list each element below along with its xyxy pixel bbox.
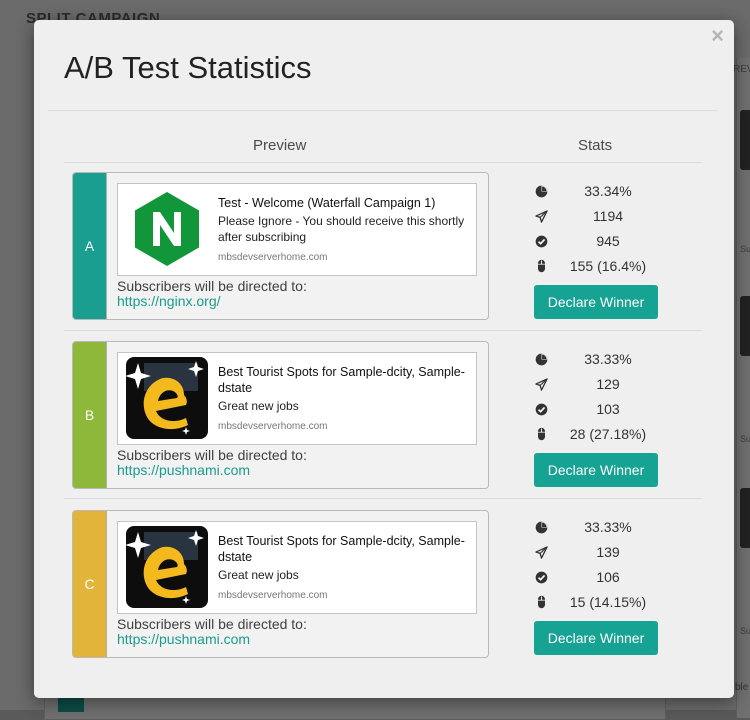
notification-title: Best Tourist Spots for Sample-dcity, Sam… — [218, 365, 465, 395]
pie-chart-icon — [534, 520, 548, 534]
destination-link[interactable]: https://pushnami.com — [117, 632, 250, 647]
check-circle-icon — [534, 402, 548, 416]
click-count: 15 (14.15%) — [569, 594, 647, 610]
divider — [64, 162, 702, 163]
variant-card-c: C Best Tourist Spots for Sample-dcity, S… — [72, 510, 489, 658]
notification-domain: mbsdevserverhome.com — [218, 590, 328, 601]
paper-plane-icon — [534, 377, 548, 391]
variant-label: B — [73, 342, 107, 488]
preview-column-header: Preview — [253, 137, 307, 154]
notification-domain: mbsdevserverhome.com — [218, 421, 328, 432]
click-count: 28 (27.18%) — [569, 426, 647, 442]
sent-count: 129 — [596, 376, 620, 392]
starry-e-logo-icon — [125, 357, 208, 439]
destination-link[interactable]: https://pushnami.com — [117, 463, 250, 478]
mouse-icon — [534, 595, 548, 609]
directed-label: Subscribers will be directed to: — [117, 616, 307, 632]
destination-link[interactable]: https://nginx.org/ — [117, 294, 221, 309]
notification-domain: mbsdevserverhome.com — [218, 252, 328, 263]
pie-chart-icon — [534, 352, 548, 366]
background-text: ble — [735, 682, 749, 693]
variant-label: C — [73, 511, 107, 657]
divider — [48, 110, 718, 111]
modal-title: A/B Test Statistics — [64, 50, 312, 85]
variant-card-a: A Test - Welcome (Waterfall Campaign 1) … — [72, 172, 489, 320]
split-percentage: 33.34% — [584, 183, 632, 199]
variant-card-b: B Best Tourist Spots for Sample-dcity, S… — [72, 341, 489, 489]
ab-test-statistics-modal: × A/B Test Statistics Preview Stats A Te… — [34, 20, 734, 698]
background-thumbnail — [740, 296, 750, 356]
delivered-count: 106 — [596, 569, 620, 585]
nginx-logo-icon — [126, 188, 208, 270]
delivered-count: 103 — [596, 401, 620, 417]
delivered-count: 945 — [596, 233, 620, 249]
background-thumbnail — [740, 110, 750, 170]
split-percentage: 33.33% — [584, 519, 632, 535]
split-percentage: 33.33% — [584, 351, 632, 367]
click-count: 155 (16.4%) — [569, 258, 647, 274]
sent-count: 139 — [596, 544, 620, 560]
background-thumbnail — [740, 488, 750, 548]
starry-e-logo-icon — [125, 526, 208, 608]
divider — [64, 330, 702, 331]
declare-winner-button[interactable]: Declare Winner — [534, 453, 658, 487]
sent-count: 1194 — [592, 208, 624, 224]
notification-preview: Best Tourist Spots for Sample-dcity, Sam… — [117, 521, 477, 614]
notification-title: Test - Welcome (Waterfall Campaign 1) — [218, 196, 436, 210]
notification-body: Great new jobs — [218, 399, 299, 413]
declare-winner-button[interactable]: Declare Winner — [534, 285, 658, 319]
paper-plane-icon — [534, 545, 548, 559]
directed-label: Subscribers will be directed to: — [117, 278, 307, 294]
variant-label: A — [73, 173, 107, 319]
background-text: Su — [740, 626, 750, 636]
notification-body: Great new jobs — [218, 568, 299, 582]
notification-body: Please Ignore - You should receive this … — [218, 214, 465, 244]
directed-label: Subscribers will be directed to: — [117, 447, 307, 463]
mouse-icon — [534, 427, 548, 441]
notification-preview: Best Tourist Spots for Sample-dcity, Sam… — [117, 352, 477, 445]
notification-title: Best Tourist Spots for Sample-dcity, Sam… — [218, 534, 465, 564]
mouse-icon — [534, 259, 548, 273]
check-circle-icon — [534, 570, 548, 584]
background-text: Su — [740, 244, 750, 254]
paper-plane-icon — [534, 209, 548, 223]
notification-preview: Test - Welcome (Waterfall Campaign 1) Pl… — [117, 183, 477, 276]
stats-column-header: Stats — [578, 137, 613, 154]
pie-chart-icon — [534, 184, 548, 198]
background-review-label: REVIEW — [733, 64, 750, 75]
close-button[interactable]: × — [711, 24, 724, 48]
check-circle-icon — [534, 234, 548, 248]
background-text: Su — [740, 434, 750, 444]
declare-winner-button[interactable]: Declare Winner — [534, 621, 658, 655]
divider — [64, 498, 702, 499]
